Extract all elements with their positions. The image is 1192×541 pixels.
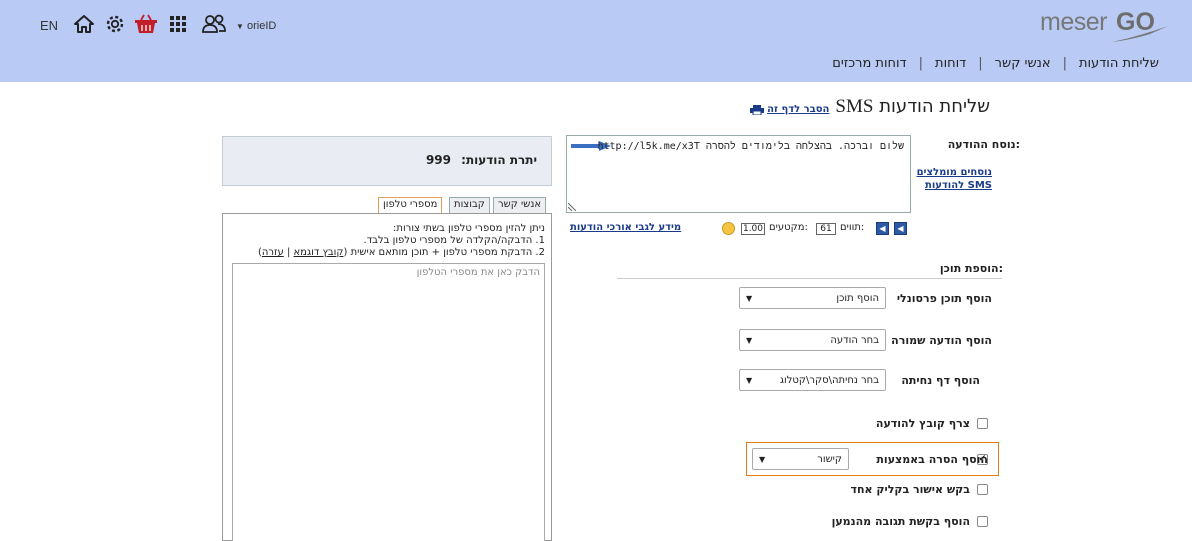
one-click-approval-checkbox[interactable] bbox=[977, 484, 988, 495]
nav-separator: | bbox=[978, 56, 983, 71]
phone-instructions: ניתן להזין מספרי טלפון בשתי צורות: 1. הד… bbox=[258, 223, 545, 259]
phone-numbers-panel: ניתן להזין מספרי טלפון בשתי צורות: 1. הד… bbox=[222, 213, 552, 541]
one-click-approval-label: בקש אישור בקליק אחד bbox=[850, 483, 970, 496]
instructions-line: 1. הדבקה/הקלדה של מספרי טלפון בלבד. bbox=[363, 235, 545, 246]
message-balance-box: יתרת הודעות: 999 bbox=[222, 136, 552, 186]
landing-page-select[interactable]: בחר נחיתה\סקר\קטלוג ▼ bbox=[739, 369, 886, 391]
personal-content-select[interactable]: הוסף תוכן ▼ bbox=[739, 287, 886, 309]
chevron-down-icon: ▼ bbox=[236, 22, 244, 31]
select-value: קישור bbox=[817, 453, 842, 465]
basket-icon[interactable] bbox=[134, 12, 158, 36]
nav-contacts[interactable]: אנשי קשר bbox=[983, 56, 1063, 71]
select-value: בחר הודעה bbox=[830, 334, 879, 346]
chevron-down-icon: ▼ bbox=[746, 375, 753, 385]
explain-page-link-text: הסבר לדף זה bbox=[767, 104, 830, 115]
message-textarea[interactable]: שלום וברכה. בהצלחה בלימודים להסרה http:/… bbox=[566, 135, 911, 213]
add-removal-label: הוסף הסרה באמצעות bbox=[876, 453, 988, 466]
users-icon[interactable] bbox=[200, 12, 228, 36]
saved-message-select[interactable]: בחר הודעה ▼ bbox=[739, 329, 886, 351]
first-icon[interactable]: ◀ bbox=[894, 222, 907, 235]
divider bbox=[617, 278, 1002, 279]
emoji-icon[interactable] bbox=[722, 222, 735, 235]
balance-label: יתרת הודעות: bbox=[461, 153, 537, 167]
page-title: שליחת הודעות SMS bbox=[835, 96, 990, 118]
message-length-info-link[interactable]: מידע לגבי אורכי הודעות bbox=[570, 222, 681, 233]
explain-page-link[interactable]: הסבר לדף זה bbox=[750, 104, 829, 115]
segments-label: מקטעים: bbox=[769, 222, 808, 233]
phone-numbers-input[interactable]: הדבק כאן את מספרי הטלפון bbox=[232, 263, 545, 541]
prev-icon[interactable]: ◀ bbox=[876, 222, 889, 235]
user-menu[interactable]: ▼ orieID bbox=[236, 20, 276, 32]
logo-swoosh-icon bbox=[1112, 26, 1168, 42]
tab-groups[interactable]: קבוצות bbox=[449, 197, 490, 214]
message-text: שלום וברכה. בהצלחה בלימודים להסרה http:/… bbox=[597, 141, 904, 152]
select-value: בחר נחיתה\סקר\קטלוג bbox=[779, 374, 879, 386]
logo-text-1: meser bbox=[1040, 8, 1107, 36]
gear-icon[interactable] bbox=[103, 12, 127, 36]
nav-reports[interactable]: דוחות bbox=[923, 56, 978, 71]
saved-message-label: הוסף הודעה שמורה bbox=[891, 334, 992, 347]
instructions-line-text: 2. הדבקת מספרי טלפון + תוכן מותאם אישית bbox=[350, 247, 545, 258]
recommended-texts-link[interactable]: נוסחים מומלצים להודעות SMS bbox=[912, 166, 992, 192]
username: orieID bbox=[246, 20, 277, 32]
page-title-sms: SMS bbox=[835, 96, 874, 117]
apps-grid-icon[interactable] bbox=[166, 12, 190, 36]
request-reply-label: הוסף בקשת תגובה מהנמען bbox=[831, 515, 970, 528]
request-reply-checkbox[interactable] bbox=[977, 516, 988, 527]
balance-value: 999 bbox=[425, 153, 451, 167]
add-content-title: הוספת תוכן: bbox=[939, 262, 1003, 275]
resize-handle-icon[interactable] bbox=[568, 203, 576, 211]
attach-file-checkbox[interactable] bbox=[977, 418, 988, 429]
print-icon bbox=[750, 104, 765, 115]
message-counter-row: מידע לגבי אורכי הודעות 1.00 מקטעים: 61 ת… bbox=[566, 220, 913, 240]
page-title-text: שליחת הודעות bbox=[879, 96, 990, 117]
personal-content-label: הוסף תוכן פרסונלי bbox=[896, 292, 992, 305]
chars-value: 61 bbox=[816, 223, 836, 235]
message-text-label: נוסח ההודעה: bbox=[947, 138, 1020, 151]
home-icon[interactable] bbox=[72, 12, 96, 36]
page-title-row: שליחת הודעות SMS הסבר לדף זה bbox=[750, 96, 990, 118]
chevron-down-icon: ▼ bbox=[746, 293, 753, 303]
chars-label: תווים: bbox=[840, 222, 865, 233]
phone-input-placeholder: הדבק כאן את מספרי הטלפון bbox=[416, 267, 540, 278]
attach-file-label: צרף קובץ להודעה bbox=[875, 417, 970, 430]
removal-method-select[interactable]: קישור ▼ bbox=[752, 448, 849, 470]
instructions-line: 2. הדבקת מספרי טלפון + תוכן מותאם אישית … bbox=[257, 247, 545, 258]
instructions-line: ניתן להזין מספרי טלפון בשתי צורות: bbox=[393, 223, 545, 234]
nav-summary-reports[interactable]: דוחות מרכזים bbox=[820, 56, 918, 71]
landing-page-label: הוסף דף נחיתה bbox=[901, 374, 980, 387]
help-link[interactable]: עזרה bbox=[262, 247, 284, 258]
language-switch[interactable]: EN bbox=[40, 18, 58, 33]
logo[interactable]: meser GO bbox=[1040, 8, 1168, 44]
nav-send-messages[interactable]: שליחת הודעות bbox=[1067, 56, 1159, 71]
tab-phone-numbers[interactable]: מספרי טלפון bbox=[378, 197, 443, 214]
chevron-down-icon: ▼ bbox=[746, 335, 753, 345]
segments-value: 1.00 bbox=[741, 223, 765, 235]
nav-separator: | bbox=[1062, 56, 1067, 71]
nav-separator: | bbox=[918, 56, 924, 71]
top-nav: שליחת הודעות | אנשי קשר | דוחות | דוחות … bbox=[820, 56, 1159, 71]
tab-contacts[interactable]: אנשי קשר bbox=[493, 197, 547, 214]
select-value: הוסף תוכן bbox=[836, 292, 879, 304]
chevron-down-icon: ▼ bbox=[759, 454, 766, 464]
sample-file-link[interactable]: קובץ דוגמא bbox=[294, 247, 344, 258]
